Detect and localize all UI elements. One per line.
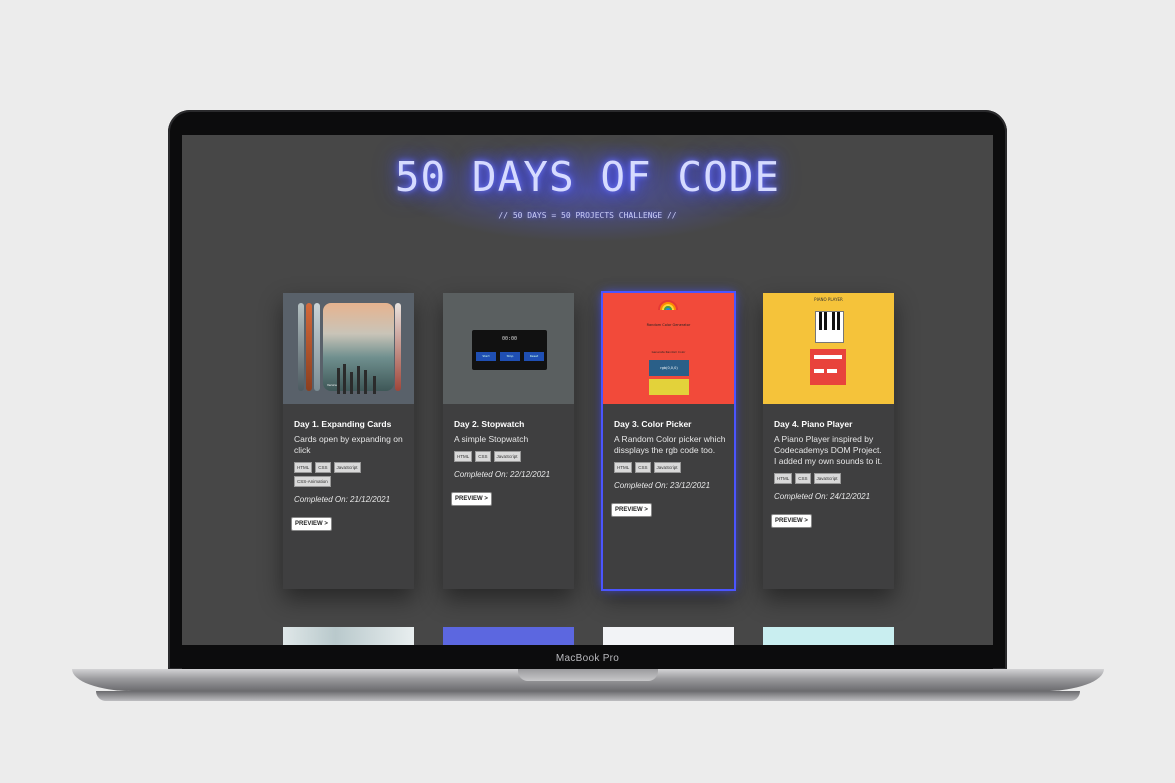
card-description: A Piano Player inspired by Codecademys D… [774,434,883,466]
card-thumbnail: Random Color Generator Generate Random C… [603,293,734,404]
card-title: Day 3. Color Picker [614,419,692,429]
card-thumbnail: 00:00 Start Stop Reset [443,293,574,404]
piano-keys [815,311,844,343]
thumb-reset-button: Reset [524,352,544,361]
project-card-day-4[interactable]: PIANO PLAYER Day 4. Piano Player A Piano… [763,293,894,589]
rainbow-icon [658,300,678,311]
tag: HTML [774,473,793,484]
browser-screen: 50 DAYS OF CODE // 50 DAYS = 50 PROJECTS… [182,135,993,645]
project-card-day-7[interactable] [603,627,734,645]
device-label: MacBook Pro [555,653,620,664]
thumb-rgb-code: rgb(0,0,0) [649,360,689,376]
thumb-title: Random Color Generator [646,323,691,327]
card-title: Day 1. Expanding Cards [294,419,392,429]
tag-list: HTML CSS JavaScript CSS-Animation [294,462,386,487]
tag: HTML [454,451,473,462]
preview-button[interactable]: PREVIEW > [771,514,812,528]
tag-list: HTML CSS JavaScript [774,473,866,484]
project-card-day-8[interactable] [763,627,894,645]
card-description: A simple Stopwatch [454,434,529,444]
page-subtitle: // 50 DAYS = 50 PROJECTS CHALLENGE // [498,211,677,220]
page-title: 50 DAYS OF CODE [394,153,781,201]
tag: CSS [635,462,651,473]
preview-button[interactable]: PREVIEW > [291,517,332,531]
thumb-start-button: Start [476,352,496,361]
tag: JavaScript [333,462,361,473]
tag: JavaScript [813,473,841,484]
thumb-subtitle: Generate Random Color [651,350,686,354]
thumb-color-swatch [649,379,689,395]
tag: CSS-Animation [294,476,331,487]
tag: HTML [294,462,313,473]
tag: JavaScript [653,462,681,473]
card-description: Cards open by expanding on click [294,434,403,455]
laptop-notch [518,669,658,681]
project-card-day-6[interactable] [443,627,574,645]
completed-date: Completed On: 24/12/2021 [774,492,871,501]
thumb-caption: Venice [327,383,337,387]
tag-list: HTML CSS JavaScript [454,451,546,462]
project-card-day-5[interactable] [283,627,414,645]
thumb-stop-button: Stop [500,352,520,361]
preview-button[interactable]: PREVIEW > [451,492,492,506]
stopwatch-time: 00:00 [501,336,518,342]
tag: HTML [614,462,633,473]
thumb-title: PIANO PLAYER [814,297,843,302]
card-title: Day 4. Piano Player [774,419,853,429]
completed-date: Completed On: 21/12/2021 [294,495,391,504]
project-card-day-1[interactable]: Venice Day 1. Expanding Cards Cards open… [283,293,414,589]
laptop-foot [96,691,1080,701]
preview-button[interactable]: PREVIEW > [611,503,652,517]
card-thumbnail: PIANO PLAYER [763,293,894,404]
stopwatch-panel: 00:00 Start Stop Reset [472,330,547,370]
card-thumbnail: Venice [283,293,414,404]
project-card-day-3[interactable]: Random Color Generator Generate Random C… [601,291,736,591]
card-title: Day 2. Stopwatch [454,419,525,429]
completed-date: Completed On: 23/12/2021 [614,481,711,490]
hero-header: 50 DAYS OF CODE // 50 DAYS = 50 PROJECTS… [182,135,993,255]
piano-controls [810,349,846,385]
completed-date: Completed On: 22/12/2021 [454,470,551,479]
tag-list: HTML CSS JavaScript [614,462,706,473]
tag: JavaScript [493,451,521,462]
tag: CSS [475,451,491,462]
tag: CSS [795,473,811,484]
project-card-day-2[interactable]: 00:00 Start Stop Reset Day 2. Stopwatch … [443,293,574,589]
tag: CSS [315,462,331,473]
card-description: A Random Color picker which dissplays th… [614,434,726,455]
